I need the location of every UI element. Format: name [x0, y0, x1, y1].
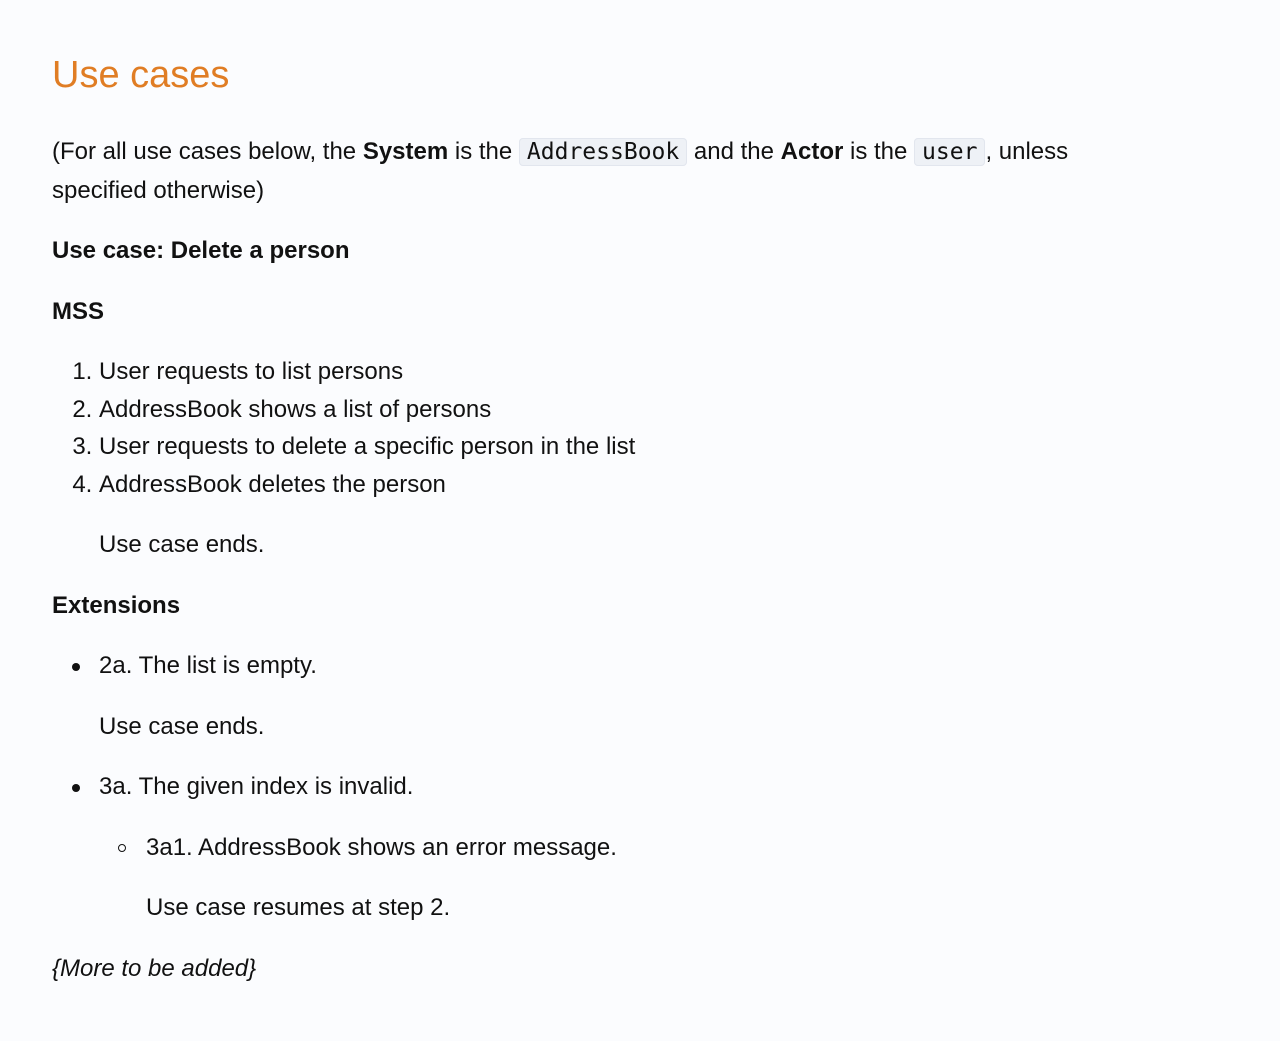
mss-step: AddressBook deletes the person: [99, 466, 1280, 504]
bullet-disc-icon: [72, 663, 80, 671]
intro-text-1: (For all use cases below, the: [52, 138, 363, 165]
extension-item: 2a. The list is empty. Use case ends.: [52, 647, 1280, 745]
more-to-be-added: {More to be added}: [52, 954, 257, 982]
document-page: Use cases (For all use cases below, the …: [0, 0, 1280, 987]
system-code: AddressBook: [518, 138, 688, 166]
sub-extension-label: 3a1. AddressBook shows an error message.: [146, 833, 617, 861]
actor-label: Actor: [780, 138, 844, 165]
mss-heading: MSS: [52, 297, 105, 325]
mss-end-note: Use case ends.: [99, 531, 265, 558]
mss-step: User requests to delete a specific perso…: [99, 428, 1280, 466]
intro-text-2: is the: [448, 138, 519, 165]
extension-label-row: 3a. The given index is invalid.: [52, 768, 1280, 806]
bullet-circle-icon: [118, 843, 126, 852]
intro-text-4: is the: [843, 138, 915, 165]
system-label: System: [362, 138, 449, 165]
mss-step: AddressBook shows a list of persons: [99, 391, 1280, 429]
extensions-heading: Extensions: [52, 591, 181, 619]
actor-code: user: [914, 138, 986, 166]
extensions-list: 2a. The list is empty. Use case ends. 3a…: [52, 647, 1280, 927]
mss-steps-list: User requests to list persons AddressBoo…: [52, 353, 1280, 503]
sub-extension-row: 3a1. AddressBook shows an error message.: [52, 829, 1280, 867]
extension-label: 2a. The list is empty.: [99, 652, 317, 679]
extension-item: 3a. The given index is invalid. 3a1. Add…: [52, 768, 1280, 927]
section-title: Use cases: [52, 54, 230, 96]
mss-step: User requests to list persons: [99, 353, 1280, 391]
bullet-disc-icon: [72, 784, 80, 792]
use-case-title: Use case: Delete a person: [52, 237, 350, 264]
intro-paragraph: (For all use cases below, the System is …: [52, 133, 1152, 209]
sub-extension-note: Use case resumes at step 2.: [146, 894, 451, 921]
extension-label-row: 2a. The list is empty.: [52, 647, 1280, 685]
extension-label: 3a. The given index is invalid.: [99, 773, 414, 800]
extension-note: Use case ends.: [99, 712, 265, 740]
intro-text-3: and the: [687, 138, 781, 165]
